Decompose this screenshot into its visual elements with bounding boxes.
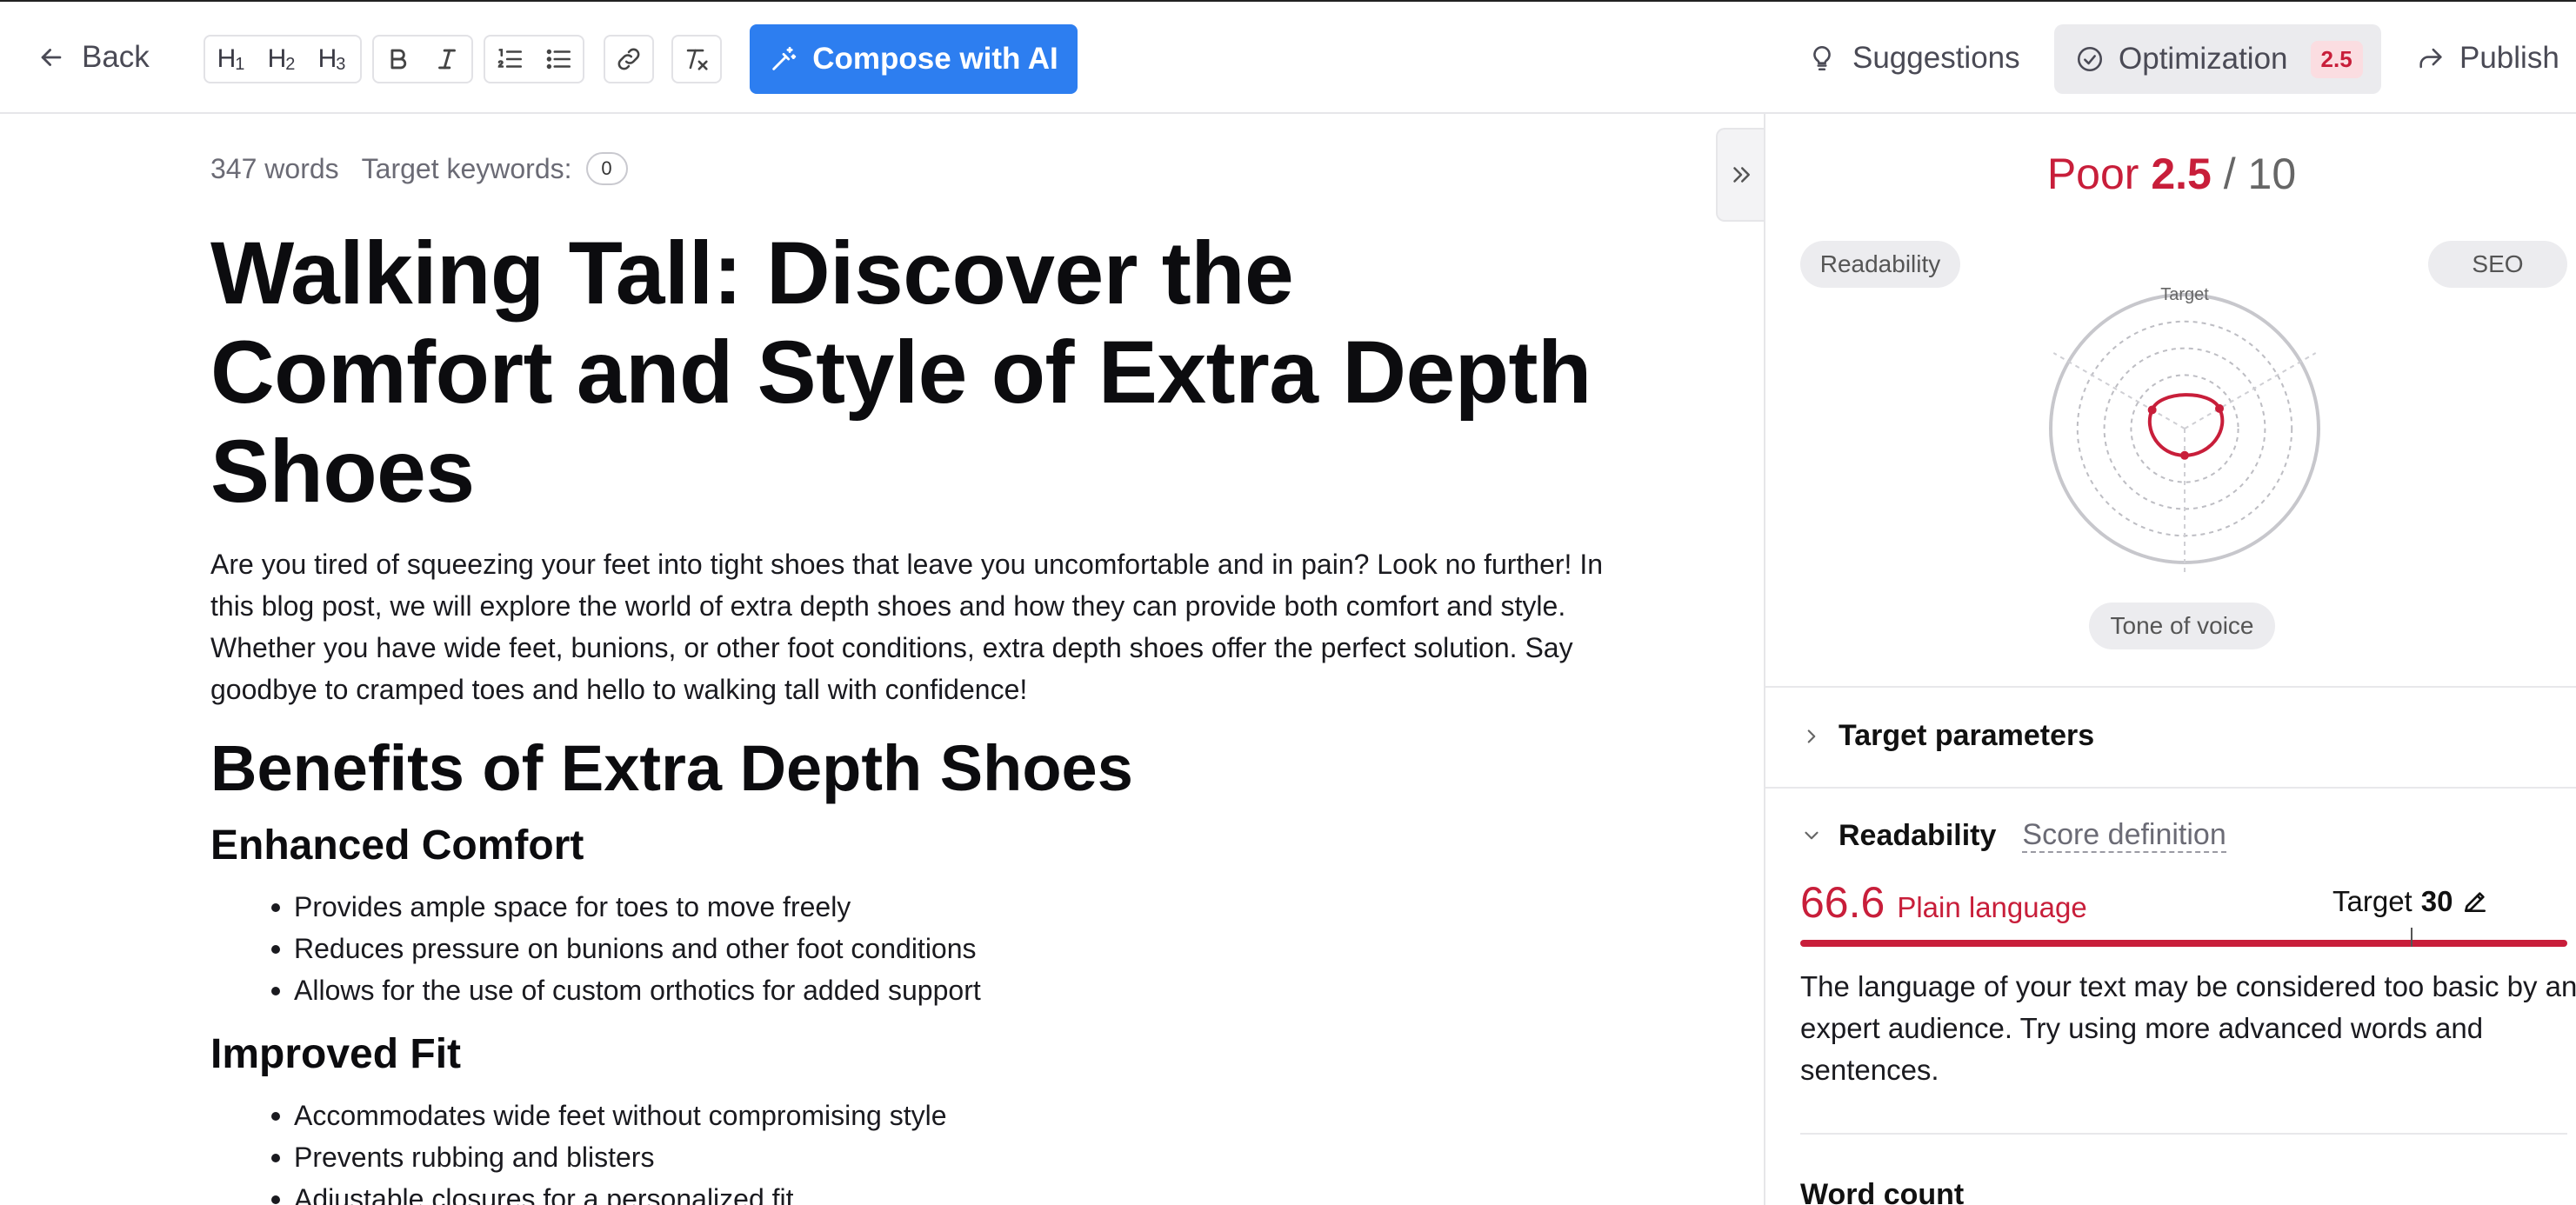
share-arrow-icon xyxy=(2419,48,2442,69)
check-circle-icon xyxy=(2077,46,2103,72)
divider xyxy=(1765,686,2576,688)
target-label: Target xyxy=(2332,885,2412,917)
readability-level: Plain language xyxy=(1897,891,2087,923)
publish-label: Publish xyxy=(2459,41,2559,75)
collapse-panel-button[interactable] xyxy=(1716,128,1765,222)
optimization-score-badge: 2.5 xyxy=(2310,40,2363,78)
link-button[interactable] xyxy=(605,37,652,82)
clear-format-button[interactable] xyxy=(673,37,720,82)
magic-wand-icon xyxy=(772,46,797,70)
link-icon xyxy=(617,48,640,70)
readability-description: The language of your text may be conside… xyxy=(1800,970,2576,1086)
list-item[interactable]: Accommodates wide feet without compromis… xyxy=(271,1095,1619,1136)
target-keywords-count[interactable]: 0 xyxy=(585,152,628,185)
score-rating: Poor xyxy=(2046,150,2139,198)
readability-score-value: 66.6 xyxy=(1800,878,1885,927)
target-parameters-header[interactable]: Target parameters xyxy=(1800,719,2094,753)
list-item[interactable]: Prevents rubbing and blisters xyxy=(271,1136,1619,1178)
bold-icon xyxy=(390,49,407,70)
readability-target-marker xyxy=(2411,928,2412,947)
score-max: / 10 xyxy=(2223,150,2297,198)
subsection-heading[interactable]: Improved Fit xyxy=(210,1027,1619,1082)
text-style-group xyxy=(372,35,473,83)
readability-score: 66.6 Plain language xyxy=(1800,877,2087,928)
score-definition-link[interactable]: Score definition xyxy=(2022,818,2226,853)
compose-with-ai-button[interactable]: Compose with AI xyxy=(750,24,1078,94)
score-value: 2.5 xyxy=(2151,150,2212,198)
radar-axis-seo xyxy=(2184,352,2317,429)
readability-target: Target 30 xyxy=(2332,885,2489,918)
clear-format-group xyxy=(671,35,722,83)
radar-score-shape xyxy=(2147,393,2225,457)
bold-button[interactable] xyxy=(374,37,423,82)
bullet-list: Provides ample space for toes to move fr… xyxy=(271,886,1619,1011)
editor-area[interactable]: 347 words Target keywords: 0 Walking Tal… xyxy=(0,114,1764,1205)
chevron-right-icon xyxy=(1807,729,1816,743)
lightbulb-icon xyxy=(1813,45,1831,71)
suggestions-label: Suggestions xyxy=(1852,41,2020,75)
readability-bar xyxy=(1800,940,2567,947)
section-heading[interactable]: Benefits of Extra Depth Shoes xyxy=(210,731,1619,806)
list-item[interactable]: Allows for the use of custom orthotics f… xyxy=(271,969,1619,1011)
radar-target-label: Target xyxy=(2160,285,2209,304)
document-content[interactable]: Walking Tall: Discover the Comfort and S… xyxy=(210,223,1619,1205)
arrow-left-icon xyxy=(41,49,62,66)
link-group xyxy=(604,35,654,83)
score-radar-chart: Target xyxy=(2049,285,2320,576)
seo-pill[interactable]: SEO xyxy=(2428,241,2567,288)
subsection-heading[interactable]: Enhanced Comfort xyxy=(210,818,1619,874)
top-toolbar: Back H1 H2 H3 Compose with AI Suggestion… xyxy=(0,0,2576,114)
readability-title: Readability xyxy=(1839,818,1997,852)
italic-icon xyxy=(438,49,456,70)
ordered-list-button[interactable] xyxy=(485,37,534,82)
radar-point-seo xyxy=(2215,403,2225,413)
list-item[interactable]: Adjustable closures for a personalized f… xyxy=(271,1178,1619,1205)
optimization-label: Optimization xyxy=(2119,42,2288,76)
readability-pill[interactable]: Readability xyxy=(1800,241,1960,288)
tone-of-voice-pill[interactable]: Tone of voice xyxy=(2089,602,2275,649)
heading-format-group: H1 H2 H3 xyxy=(204,35,362,83)
divider xyxy=(1800,1133,2567,1135)
bullet-list: Accommodates wide feet without compromis… xyxy=(271,1095,1619,1205)
target-parameters-title: Target parameters xyxy=(1839,719,2095,752)
readability-header[interactable]: Readability Score definition xyxy=(1800,818,2226,853)
list-item[interactable]: Provides ample space for toes to move fr… xyxy=(271,886,1619,928)
document-title[interactable]: Walking Tall: Discover the Comfort and S… xyxy=(210,223,1619,521)
radar-grid xyxy=(2049,293,2320,576)
list-item[interactable]: Reduces pressure on bunions and other fo… xyxy=(271,928,1619,969)
heading-3-button[interactable]: H3 xyxy=(306,37,357,82)
publish-button[interactable]: Publish xyxy=(2416,33,2559,83)
suggestions-button[interactable]: Suggestions xyxy=(1807,33,2020,83)
divider xyxy=(1765,787,2576,789)
radar-axis-readability xyxy=(2052,352,2186,429)
chevron-down-icon xyxy=(1805,831,1819,840)
document-meta: 347 words Target keywords: 0 xyxy=(210,152,628,185)
intro-paragraph[interactable]: Are you tired of squeezing your feet int… xyxy=(210,543,1619,710)
target-value: 30 xyxy=(2420,885,2453,917)
italic-button[interactable] xyxy=(423,37,471,82)
back-button[interactable]: Back xyxy=(37,33,150,82)
word-count: 347 words xyxy=(210,152,339,184)
optimization-panel: Poor 2.5 / 10 Readability SEO Target Ton… xyxy=(1764,114,2576,1205)
pencil-icon[interactable] xyxy=(2461,888,2489,915)
target-keywords-label: Target keywords: xyxy=(361,152,572,184)
heading-1-button[interactable]: H1 xyxy=(205,37,256,82)
double-chevron-right-icon xyxy=(1733,167,1750,183)
word-count-title[interactable]: Word count xyxy=(1800,1178,1964,1205)
bullet-list-icon xyxy=(546,49,571,70)
list-group xyxy=(484,35,584,83)
clear-format-icon xyxy=(686,49,708,70)
ordered-list-icon xyxy=(497,49,523,68)
compose-label: Compose with AI xyxy=(812,42,1058,76)
radar-point-tone-of-voice xyxy=(2180,450,2189,460)
optimization-button[interactable]: Optimization 2.5 xyxy=(2054,24,2381,94)
radar-point-readability xyxy=(2147,405,2157,415)
bullet-list-button[interactable] xyxy=(534,37,583,82)
back-label: Back xyxy=(82,40,150,74)
heading-2-button[interactable]: H2 xyxy=(256,37,306,82)
overall-score: Poor 2.5 / 10 xyxy=(1765,149,2576,199)
